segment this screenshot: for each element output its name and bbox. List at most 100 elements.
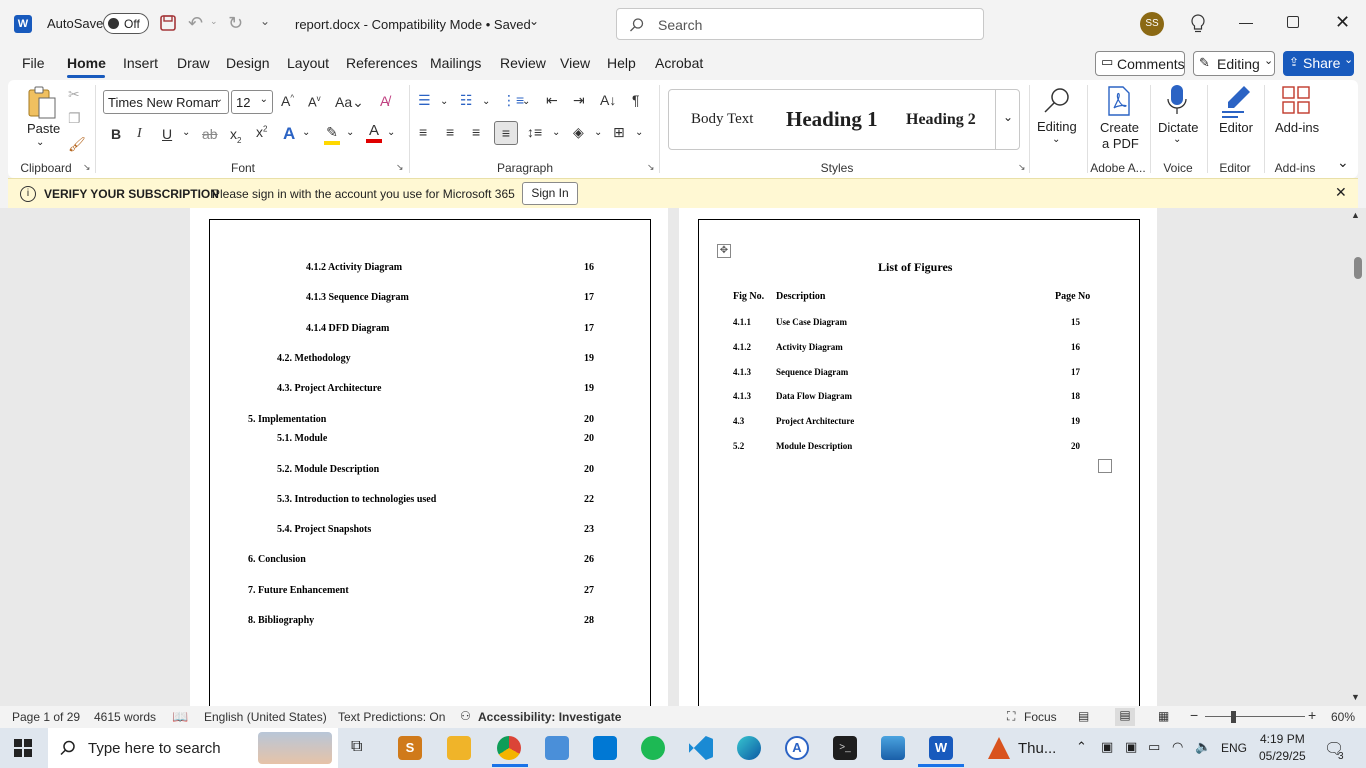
copy-icon[interactable]: ❐: [68, 110, 81, 127]
read-mode-icon[interactable]: ▤: [1078, 709, 1089, 723]
terminal-icon[interactable]: >_: [833, 736, 857, 760]
word-count[interactable]: 4615 words: [94, 710, 156, 724]
clear-formatting-icon[interactable]: A̸: [380, 93, 389, 109]
paste-label[interactable]: Paste: [27, 121, 60, 136]
increase-indent-icon[interactable]: ⇥: [573, 92, 585, 109]
menu-acrobat[interactable]: Acrobat: [655, 55, 703, 71]
close-icon[interactable]: ✕: [1335, 12, 1350, 33]
document-title[interactable]: report.docx - Compatibility Mode • Saved: [295, 17, 531, 32]
shading-dropdown-icon[interactable]: ⌄: [594, 127, 602, 138]
line-spacing-dropdown-icon[interactable]: ⌄: [552, 127, 560, 138]
clock-date[interactable]: 05/29/25: [1259, 749, 1306, 763]
create-pdf-icon[interactable]: [1105, 86, 1133, 116]
clipboard-launcher-icon[interactable]: ↘: [83, 162, 91, 173]
remote-desktop-icon[interactable]: [545, 736, 569, 760]
text-effects-dropdown-icon[interactable]: ⌄: [302, 127, 310, 138]
zoom-slider-thumb[interactable]: [1231, 711, 1236, 723]
store-icon[interactable]: [593, 736, 617, 760]
title-chevron-icon[interactable]: ⌄: [529, 14, 539, 28]
focus-mode[interactable]: Focus: [1024, 710, 1057, 724]
menu-layout[interactable]: Layout: [287, 55, 329, 71]
search-box[interactable]: Search: [616, 8, 984, 40]
borders-icon[interactable]: ⊞: [613, 124, 625, 141]
paste-dropdown-icon[interactable]: ⌄: [36, 137, 44, 148]
change-case-icon[interactable]: Aa⌄: [335, 94, 364, 111]
lightbulb-icon[interactable]: [1190, 14, 1206, 34]
wifi-icon[interactable]: ◠: [1172, 739, 1183, 755]
avatar[interactable]: SS: [1140, 12, 1164, 36]
underline-dropdown-icon[interactable]: ⌄: [182, 127, 190, 138]
notice-close-icon[interactable]: ✕: [1335, 184, 1347, 201]
page-count[interactable]: Page 1 of 29: [12, 710, 80, 724]
weather-label[interactable]: Thu...: [1018, 740, 1056, 757]
align-right-icon[interactable]: ≡: [472, 124, 480, 140]
web-layout-icon[interactable]: ▦: [1158, 709, 1169, 723]
decrease-indent-icon[interactable]: ⇤: [546, 92, 558, 109]
line-spacing-icon[interactable]: ↕≡: [527, 124, 542, 140]
highlight-dropdown-icon[interactable]: ⌄: [346, 127, 354, 138]
superscript-icon[interactable]: x2: [256, 124, 267, 140]
menu-file[interactable]: File: [22, 55, 45, 71]
edge-icon[interactable]: [737, 736, 761, 760]
taskbar-search[interactable]: Type here to search: [48, 728, 338, 768]
italic-icon[interactable]: I: [137, 126, 142, 142]
create-pdf-label-2[interactable]: a PDF: [1102, 136, 1139, 151]
style-heading-2[interactable]: Heading 2: [906, 111, 976, 129]
minimize-icon[interactable]: —: [1239, 14, 1253, 30]
style-body-text[interactable]: Body Text: [691, 111, 753, 128]
multilevel-list-icon[interactable]: ⋮≡: [502, 92, 524, 109]
show-marks-icon[interactable]: ¶: [632, 92, 640, 108]
scroll-down-icon[interactable]: ▼: [1351, 692, 1360, 702]
numbering-dropdown-icon[interactable]: ⌄: [482, 96, 490, 107]
shrink-font-icon[interactable]: Av: [308, 94, 321, 109]
font-size-select[interactable]: 12 ⌄: [231, 90, 273, 114]
font-name-select[interactable]: Times New Roman ⌄: [103, 90, 229, 114]
menu-insert[interactable]: Insert: [123, 55, 158, 71]
font-color-dropdown-icon[interactable]: ⌄: [387, 127, 395, 138]
format-painter-icon[interactable]: 🖌: [68, 136, 86, 153]
menu-review[interactable]: Review: [500, 55, 546, 71]
task-view-icon[interactable]: ⧉: [351, 738, 362, 756]
shading-icon[interactable]: ◈: [573, 124, 584, 141]
scrollbar-thumb[interactable]: [1354, 257, 1362, 279]
volume-icon[interactable]: 🔈: [1195, 739, 1211, 755]
redo-icon[interactable]: ↻: [228, 13, 243, 34]
share-button[interactable]: ⇪ Share ⌄: [1283, 51, 1354, 76]
restore-icon[interactable]: [1287, 16, 1299, 28]
addins-icon[interactable]: [1282, 86, 1310, 114]
font-color-icon[interactable]: A: [366, 122, 382, 143]
menu-mailings[interactable]: Mailings: [430, 55, 481, 71]
text-predictions[interactable]: Text Predictions: On: [338, 710, 445, 724]
borders-dropdown-icon[interactable]: ⌄: [635, 127, 643, 138]
spotify-icon[interactable]: [641, 736, 665, 760]
windows-start-icon[interactable]: [14, 739, 32, 757]
subscript-icon[interactable]: x2: [230, 126, 241, 145]
show-hidden-icons-icon[interactable]: ⌃: [1076, 739, 1087, 755]
clock-time[interactable]: 4:19 PM: [1260, 732, 1305, 746]
customize-qat-icon[interactable]: ⌄: [260, 14, 270, 28]
editor-icon[interactable]: [1220, 84, 1252, 118]
find-icon[interactable]: [1042, 86, 1072, 114]
cut-icon[interactable]: ✂: [68, 86, 80, 103]
multilevel-dropdown-icon[interactable]: ⌄: [522, 96, 530, 107]
save-icon[interactable]: [159, 14, 177, 32]
accessibility-status[interactable]: Accessibility: Investigate: [478, 710, 621, 724]
microphone-icon[interactable]: [1166, 84, 1188, 116]
styles-launcher-icon[interactable]: ↘: [1018, 162, 1026, 173]
sublime-icon[interactable]: S: [398, 736, 422, 760]
proofing-icon[interactable]: 📖: [172, 709, 188, 725]
zoom-level[interactable]: 60%: [1331, 710, 1355, 724]
underline-icon[interactable]: U: [162, 126, 172, 142]
menu-home[interactable]: Home: [67, 55, 106, 71]
word-taskbar-icon[interactable]: W: [929, 736, 953, 760]
zoom-out-icon[interactable]: −: [1190, 707, 1198, 723]
text-effects-icon[interactable]: A: [283, 124, 295, 144]
menu-help[interactable]: Help: [607, 55, 636, 71]
autosave-toggle[interactable]: Off: [103, 13, 149, 34]
sort-icon[interactable]: A↓: [600, 92, 616, 108]
paragraph-launcher-icon[interactable]: ↘: [647, 162, 655, 173]
align-center-icon[interactable]: ≡: [446, 124, 454, 140]
editor-label[interactable]: Editor: [1219, 120, 1253, 135]
tray-app2-icon[interactable]: ▣: [1125, 739, 1137, 755]
editing-mode-button[interactable]: ✎ Editing ⌄: [1193, 51, 1275, 76]
